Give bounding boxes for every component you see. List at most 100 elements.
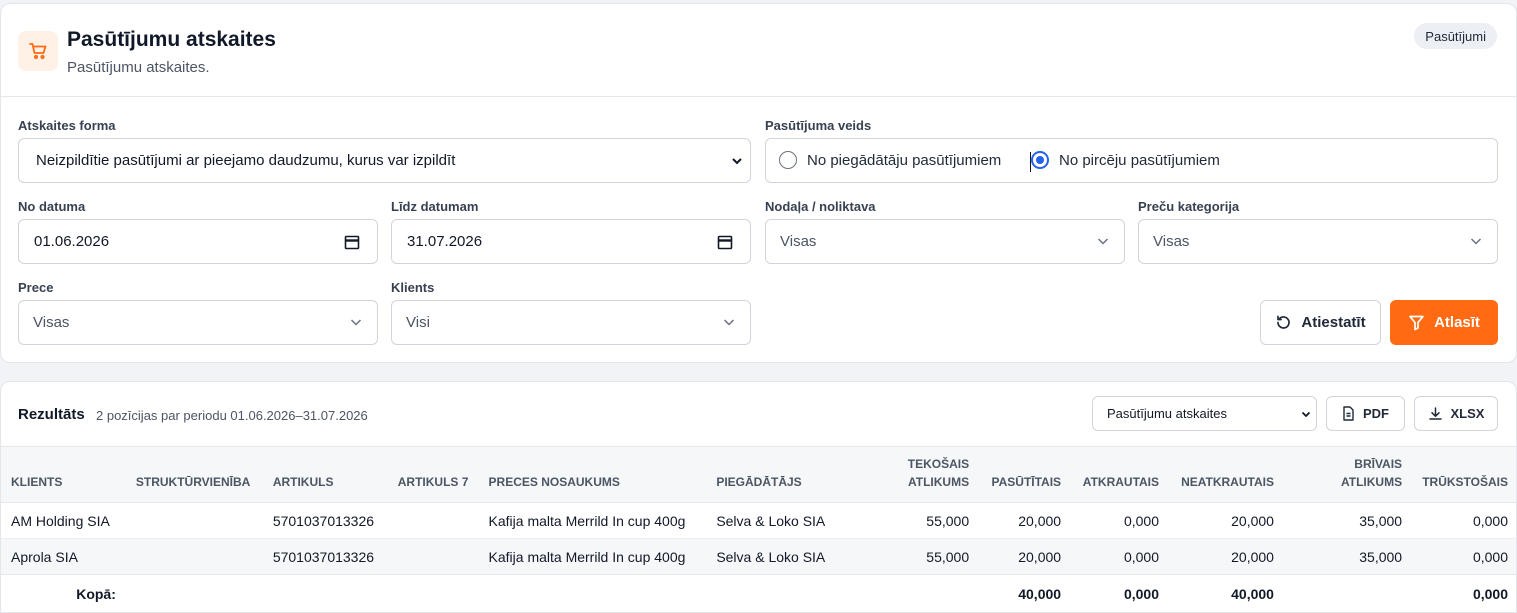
apply-filter-button[interactable]: Atlasīt — [1390, 300, 1498, 345]
client-value: Visi — [406, 314, 430, 331]
export-xlsx-button[interactable]: XLSX — [1414, 396, 1498, 431]
table-cell — [262, 574, 388, 612]
column-header[interactable]: Struktūrvienība — [126, 447, 263, 503]
date-from-value: 01.06.2026 — [34, 233, 110, 250]
department-select[interactable]: Visas — [765, 219, 1125, 264]
results-table: Klients Struktūrvienība Artikuls Artikul… — [1, 446, 1516, 612]
column-header[interactable]: Artikuls — [263, 447, 388, 503]
radio-supplier-orders[interactable]: No piegādātāju pasūtījumiem — [779, 151, 1001, 169]
product-value: Visas — [33, 314, 70, 331]
total-ordered: 40,000 — [979, 574, 1072, 612]
header-divider — [1, 96, 1516, 97]
column-header[interactable]: Artikuls 7 — [388, 447, 479, 503]
radio-button[interactable] — [779, 151, 797, 169]
table-cell: Kafija malta Merrild In cup 400g — [488, 548, 686, 565]
chevron-down-icon — [1470, 238, 1482, 245]
pdf-label: PDF — [1363, 406, 1389, 421]
table-cell: 5701037013326 — [272, 512, 375, 529]
client-label: Klients — [391, 280, 435, 295]
table-cell — [126, 503, 263, 539]
table-cell: 0,000 — [1123, 512, 1160, 529]
table-cell: 35,000 — [1359, 512, 1403, 529]
column-header[interactable]: Preces nosaukums — [479, 447, 707, 503]
column-header[interactable]: Piegādātājs — [706, 447, 873, 503]
total-not-unloaded: 40,000 — [1169, 574, 1284, 612]
report-type-value: Pasūtījumu atskaites — [1107, 406, 1227, 421]
results-title: Rezultāts — [18, 406, 85, 423]
total-unloaded: 0,000 — [1071, 574, 1170, 612]
department-value: Visas — [780, 233, 817, 250]
chevron-down-icon — [732, 158, 742, 165]
date-from-label: No datuma — [18, 199, 86, 214]
page-title: Pasūtījumu atskaites — [67, 28, 276, 51]
radio-button-selected[interactable] — [1031, 151, 1049, 169]
category-value: Visas — [1153, 233, 1190, 250]
column-header[interactable]: Neatkrautais — [1169, 447, 1284, 503]
order-type-label: Pasūtījuma veids — [765, 118, 872, 133]
column-header[interactable]: Tekošais atlikums — [874, 447, 980, 503]
table-cell: Kafija malta Merrild In cup 400g — [488, 512, 686, 529]
chevron-down-icon — [1097, 238, 1109, 245]
reset-label: Atiestatīt — [1301, 314, 1366, 331]
column-header[interactable]: Trūkstošais — [1412, 447, 1516, 503]
table-row[interactable]: Aprola SIA 5701037013326 Kafija malta Me… — [1, 538, 1516, 575]
totals-label: Kopā: — [1, 574, 126, 612]
table-cell: 0,000 — [1472, 548, 1508, 565]
column-header[interactable]: Brīvais atlikums — [1284, 447, 1412, 503]
table-cell — [388, 503, 479, 539]
table-cell: 55,000 — [926, 548, 970, 565]
module-badge: Pasūtījumi — [1414, 23, 1497, 49]
table-cell: Selva & Loko SIA — [716, 512, 826, 529]
product-select[interactable]: Visas — [18, 300, 378, 345]
table-cell — [706, 574, 874, 612]
page-subtitle: Pasūtījumu atskaites. — [67, 59, 210, 76]
table-cell — [387, 574, 479, 612]
table-cell: 20,000 — [1231, 548, 1274, 565]
table-cell — [125, 574, 263, 612]
column-header[interactable]: Atkrautais — [1071, 447, 1169, 503]
report-form-select[interactable]: Neizpildītie pasūtījumi ar pieejamo daud… — [18, 138, 751, 183]
date-to-label: Līdz datumam — [391, 199, 479, 214]
table-cell — [478, 574, 707, 612]
reset-button[interactable]: Atiestatīt — [1260, 300, 1381, 345]
table-cell: AM Holding SIA — [11, 512, 110, 529]
results-meta: 2 pozīcijas par periodu 01.06.2026–31.07… — [96, 408, 368, 423]
category-select[interactable]: Visas — [1138, 219, 1498, 264]
table-cell — [388, 539, 479, 575]
order-type-radio-group: No piegādātāju pasūtījumiem No pircēju p… — [765, 138, 1498, 183]
date-to-input[interactable]: 31.07.2026 — [391, 219, 751, 264]
radio-label: No pircēju pasūtījumiem — [1059, 151, 1220, 169]
report-type-select[interactable]: Pasūtījumu atskaites — [1092, 396, 1317, 431]
category-label: Preču kategorija — [1138, 199, 1240, 214]
apply-label: Atlasīt — [1434, 314, 1480, 331]
date-from-input[interactable]: 01.06.2026 — [18, 219, 378, 264]
results-panel: Rezultāts 2 pozīcijas par periodu 01.06.… — [0, 381, 1517, 613]
radio-customer-orders[interactable]: No pircēju pasūtījumiem — [1031, 151, 1220, 169]
table-cell: 55,000 — [926, 512, 970, 529]
table-cell: 35,000 — [1359, 548, 1403, 565]
table-cell: 20,000 — [1018, 548, 1062, 565]
table-cell: 0,000 — [1123, 548, 1160, 565]
column-header[interactable]: Pasūtītais — [979, 447, 1071, 503]
table-cell: Aprola SIA — [11, 548, 78, 565]
table-cell: 20,000 — [1231, 512, 1274, 529]
calendar-icon[interactable] — [717, 234, 733, 250]
chevron-down-icon — [350, 319, 362, 326]
table-row[interactable]: AM Holding SIA 5701037013326 Kafija malt… — [1, 503, 1516, 539]
download-icon — [1428, 407, 1442, 420]
cart-icon — [18, 31, 58, 71]
total-missing: 0,000 — [1412, 574, 1516, 612]
reset-icon — [1277, 315, 1291, 329]
calendar-icon[interactable] — [344, 234, 360, 250]
client-select[interactable]: Visi — [391, 300, 751, 345]
table-cell: 5701037013326 — [272, 548, 375, 565]
xlsx-label: XLSX — [1450, 406, 1485, 421]
export-pdf-button[interactable]: PDF — [1326, 396, 1405, 431]
document-icon — [1343, 406, 1354, 421]
table-cell: 0,000 — [1472, 512, 1508, 529]
totals-row: Kopā: 40,000 0,000 40,000 0,000 — [1, 574, 1516, 612]
table-header-row: Klients Struktūrvienība Artikuls Artikul… — [1, 446, 1516, 503]
filter-icon — [1409, 315, 1424, 331]
column-header[interactable]: Klients — [1, 447, 126, 503]
chevron-down-icon — [723, 319, 735, 326]
